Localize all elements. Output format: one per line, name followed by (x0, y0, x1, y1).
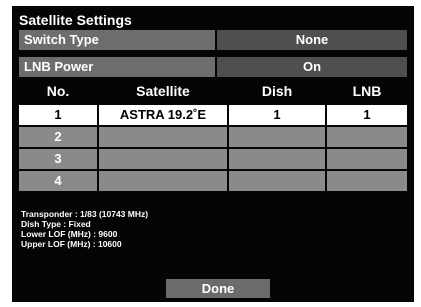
column-header-no: No. (46, 83, 70, 99)
cell-no: 3 (19, 149, 97, 169)
table-row[interactable]: 2 (19, 127, 407, 147)
cell-satellite: ASTRA 19.2˚E (99, 105, 227, 125)
lnb-power-row[interactable]: LNB Power On (19, 57, 407, 77)
table-row[interactable]: 1 ASTRA 19.2˚E 1 1 (19, 105, 407, 125)
cell-lnb (327, 127, 407, 147)
satellite-settings-panel: Satellite Settings Switch Type None LNB … (12, 6, 414, 302)
cell-no: 1 (19, 105, 97, 125)
cell-satellite (99, 127, 227, 147)
cell-dish (229, 171, 325, 191)
cell-lnb: 1 (327, 105, 407, 125)
switch-type-row[interactable]: Switch Type None (19, 30, 407, 50)
switch-type-value[interactable]: None (217, 30, 407, 50)
lower-lof-text: Lower LOF (MHz) : 9600 (21, 229, 118, 239)
lnb-power-label: LNB Power (19, 57, 215, 77)
switch-type-label: Switch Type (19, 30, 215, 50)
cell-dish (229, 149, 325, 169)
transponder-text: Transponder : 1/83 (10743 MHz) (21, 209, 149, 219)
column-header-satellite: Satellite (136, 83, 190, 99)
column-header-lnb: LNB (352, 83, 382, 99)
transponder-info: Transponder : 1/83 (10743 MHz) Dish Type… (21, 209, 148, 249)
cell-satellite (99, 171, 227, 191)
page-title: Satellite Settings (19, 12, 132, 28)
cell-dish (229, 127, 325, 147)
cell-dish: 1 (229, 105, 325, 125)
cell-lnb (327, 171, 407, 191)
table-row[interactable]: 4 (19, 171, 407, 191)
cell-no: 2 (19, 127, 97, 147)
cell-satellite (99, 149, 227, 169)
column-header-dish: Dish (261, 83, 293, 99)
upper-lof-text: Upper LOF (MHz) : 10600 (21, 239, 122, 249)
cell-lnb (327, 149, 407, 169)
done-button[interactable]: Done (166, 279, 270, 298)
table-row[interactable]: 3 (19, 149, 407, 169)
table-header: No. Satellite Dish LNB (19, 82, 407, 101)
cell-no: 4 (19, 171, 97, 191)
dish-type-text: Dish Type : Fixed (21, 219, 91, 229)
lnb-power-value[interactable]: On (217, 57, 407, 77)
